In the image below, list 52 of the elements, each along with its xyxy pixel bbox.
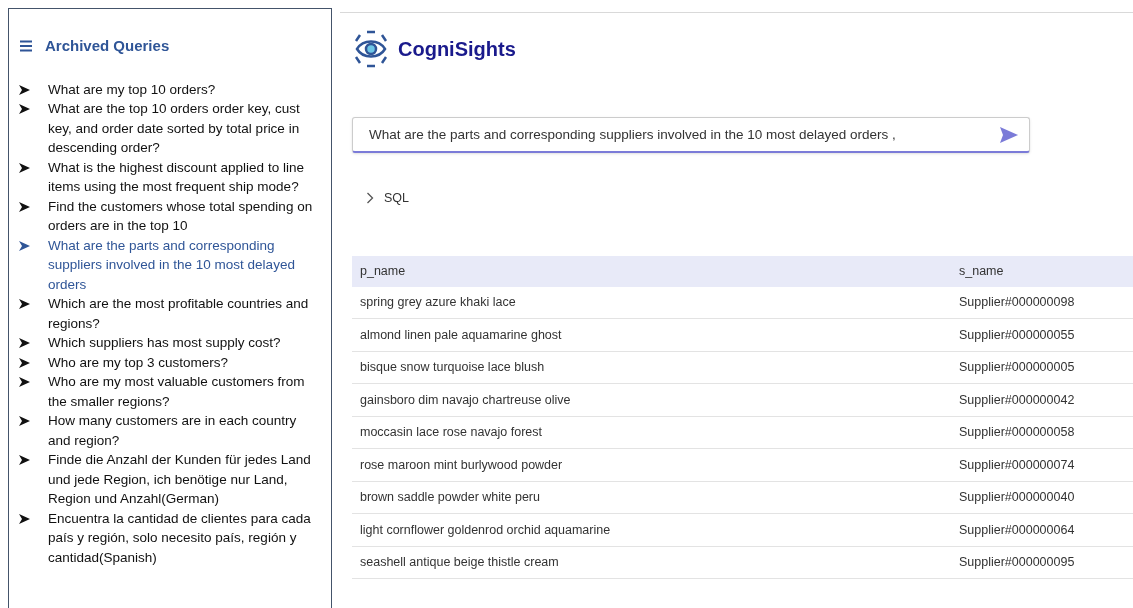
table-cell-text: Supplier#000000064 <box>959 521 1075 539</box>
arrowhead-icon <box>19 240 30 251</box>
arrowhead-icon <box>19 455 30 465</box>
sql-toggle[interactable]: SQL <box>366 189 409 208</box>
arrowhead-icon <box>19 357 30 368</box>
arrowhead-icon <box>19 201 30 212</box>
arrowhead-icon <box>19 513 30 524</box>
table-cell-text: seashell antique beige thistle cream <box>359 554 560 572</box>
table-cell-text: Supplier#000000005 <box>959 359 1075 377</box>
table-cell-text: Supplier#000000055 <box>959 326 1075 344</box>
table-cell-text: Supplier#000000074 <box>959 456 1075 474</box>
eye-logo-icon <box>352 29 390 69</box>
table-cell-text: light cornflower goldenrod orchid aquamarine <box>359 521 612 539</box>
archived-query[interactable]: Encuentra la cantidad de clientes para cada país y región, solo necesito país, región y cantidad(Spanish) <box>19 508 321 567</box>
table-cell-text: moccasin lace rose navajo forest <box>359 424 544 442</box>
archived-query[interactable]: Finde die Anzahl der Kunden für jedes Land und jede Region, ich benötige nur Land, Region und Anzahl(German) <box>19 450 321 509</box>
archived-query[interactable]: What are the parts and corresponding suppliers involved in the 10 most delayed orders <box>19 235 321 294</box>
arrowhead-icon <box>19 377 30 387</box>
table-cell-text: Supplier#000000040 <box>959 489 1075 507</box>
arrowhead-icon <box>19 338 30 348</box>
archived-query[interactable]: Who are my most valuable customers from the smaller regions? <box>19 372 321 411</box>
table-cell-text: brown saddle powder white peru <box>359 489 541 507</box>
archived-query[interactable]: Which are the most profitable countries and regions? <box>19 294 321 333</box>
arrowhead-icon <box>19 104 30 114</box>
table-cell-text: gainsboro dim navajo chartreuse olive <box>359 391 572 409</box>
column-header: p_name <box>359 262 407 280</box>
table-cell-text: spring grey azure khaki lace <box>359 294 517 312</box>
table-cell-text: almond linen pale aquamarine ghost <box>359 326 563 344</box>
query-field[interactable]: What are the parts and corresponding suppliers involved in the 10 most delayed orders , <box>352 117 1030 153</box>
arrowhead-icon <box>19 416 30 426</box>
archived-query[interactable]: What are the top 10 orders order key, cust key, and order date sorted by total price in descending order? <box>19 99 321 158</box>
table-cell-text: rose maroon mint burlywood powder <box>359 456 564 474</box>
arrowhead-icon <box>19 162 30 173</box>
archived-query[interactable]: What is the highest discount applied to line items using the most frequent ship mode? <box>19 157 321 197</box>
table-cell-text: Supplier#000000042 <box>959 391 1075 409</box>
send-icon[interactable] <box>1000 127 1018 143</box>
archived-query[interactable]: How many customers are in each country and region? <box>19 411 321 450</box>
archived-query[interactable]: What are my top 10 orders? <box>19 79 321 99</box>
menu-icon[interactable] <box>19 40 33 53</box>
archived-query[interactable]: Find the customers whose total spending on orders are in the top 10 <box>19 196 321 236</box>
brand-name: CogniSights <box>398 37 516 62</box>
arrowhead-icon <box>19 299 30 309</box>
arrowhead-icon <box>19 84 30 95</box>
table-cell-text: Supplier#000000095 <box>959 554 1075 572</box>
chevron-icon <box>366 192 374 205</box>
table-cell-text: Supplier#000000098 <box>959 294 1075 312</box>
sidebar-title: Archived Queries <box>45 36 170 56</box>
archived-query[interactable]: Who are my top 3 customers? <box>19 352 321 372</box>
table-cell-text: Supplier#000000058 <box>959 424 1075 442</box>
table-cell-text: bisque snow turquoise lace blush <box>359 359 546 377</box>
column-header: s_name <box>959 262 1004 280</box>
archived-query[interactable]: Which suppliers has most supply cost? <box>19 333 321 353</box>
